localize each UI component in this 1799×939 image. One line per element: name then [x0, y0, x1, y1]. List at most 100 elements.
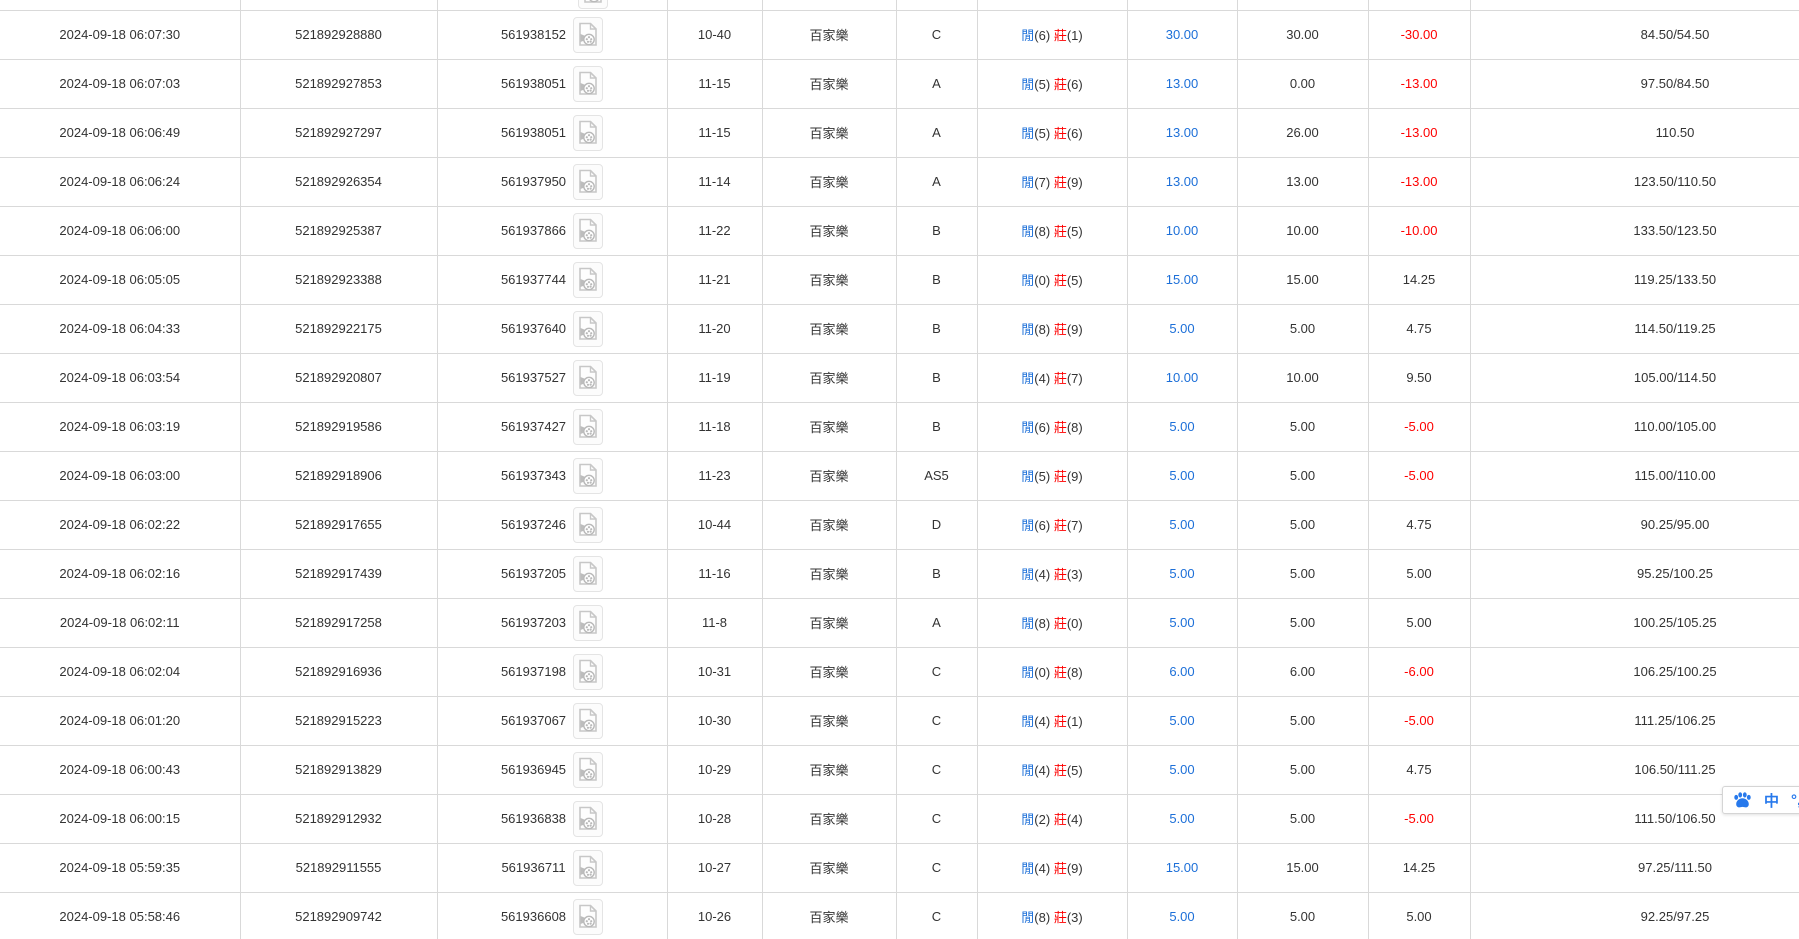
video-file-icon — [578, 512, 598, 537]
video-replay-button[interactable] — [573, 311, 603, 347]
banker-score: (1) — [1067, 714, 1083, 729]
win-loss-cell: 14.25 — [1368, 255, 1470, 304]
video-replay-button[interactable] — [573, 213, 603, 249]
round-id: 561936945 — [501, 762, 566, 777]
balance-cell: 110.00/105.00 — [1470, 402, 1799, 451]
banker-score: (5) — [1067, 224, 1083, 239]
table-number-cell: 10-44 — [667, 500, 762, 549]
bet-time-cell: 2024-09-18 06:05:05 — [0, 255, 240, 304]
win-loss-cell: -13.00 — [1368, 59, 1470, 108]
video-replay-button[interactable] — [573, 458, 603, 494]
room-grade-cell: C — [896, 647, 977, 696]
game-result-cell: 閒(6) 莊(1) — [977, 10, 1127, 59]
table-number-cell: 11-21 — [667, 255, 762, 304]
video-replay-button[interactable] — [573, 899, 603, 935]
round-cell: 561937343 — [437, 451, 667, 500]
bet-amount-cell: 5.00 — [1127, 696, 1237, 745]
banker-label: 莊 — [1054, 77, 1067, 92]
room-grade-cell: C — [896, 745, 977, 794]
video-replay-button[interactable] — [573, 507, 603, 543]
video-replay-button[interactable] — [573, 115, 603, 151]
banker-score: (9) — [1067, 322, 1083, 337]
banker-label: 莊 — [1054, 812, 1067, 827]
video-replay-button[interactable] — [573, 703, 603, 739]
banker-score: (5) — [1067, 273, 1083, 288]
room-grade-cell — [896, 0, 977, 10]
table-number-cell: 10-26 — [667, 892, 762, 939]
ime-punctuation-toggle[interactable]: °, — [1791, 792, 1799, 809]
bet-amount-cell: 6.00 — [1127, 647, 1237, 696]
bet-amount-cell: 15.00 — [1127, 255, 1237, 304]
table-row: 2024-09-18 06:02:11 521892917258 5619372… — [0, 598, 1799, 647]
game-result-cell: 閒(4) 莊(9) — [977, 843, 1127, 892]
valid-amount-cell: 5.00 — [1237, 794, 1368, 843]
bet-id-cell: 521892917655 — [240, 500, 437, 549]
video-replay-button[interactable] — [578, 0, 608, 9]
game-type-cell: 百家樂 — [762, 598, 896, 647]
game-result-cell: 閒(0) 莊(5) — [977, 255, 1127, 304]
game-result-cell: 閒(5) 莊(6) — [977, 108, 1127, 157]
round-id: 561937067 — [501, 713, 566, 728]
video-replay-button[interactable] — [573, 17, 603, 53]
video-replay-button[interactable] — [573, 66, 603, 102]
video-replay-button[interactable] — [573, 164, 603, 200]
round-cell: 561937203 — [437, 598, 667, 647]
round-cell: 561937205 — [437, 549, 667, 598]
video-replay-button[interactable] — [573, 556, 603, 592]
balance-cell: 84.50/54.50 — [1470, 10, 1799, 59]
player-label: 閒 — [1021, 77, 1034, 92]
win-loss-cell: 9.50 — [1368, 353, 1470, 402]
balance-cell: 106.25/100.25 — [1470, 647, 1799, 696]
video-file-icon — [578, 218, 598, 243]
game-type-cell: 百家樂 — [762, 353, 896, 402]
round-cell: 561936838 — [437, 794, 667, 843]
bet-amount-cell: 30.00 — [1127, 10, 1237, 59]
win-loss-cell: -5.00 — [1368, 451, 1470, 500]
table-number-cell: 11-8 — [667, 598, 762, 647]
video-replay-button[interactable] — [573, 752, 603, 788]
video-file-icon — [578, 169, 598, 194]
video-replay-button[interactable] — [573, 409, 603, 445]
table-number-cell: 10-30 — [667, 696, 762, 745]
bet-time-cell: 2024-09-18 06:00:43 — [0, 745, 240, 794]
valid-amount-cell: 5.00 — [1237, 696, 1368, 745]
table-number-cell: 11-15 — [667, 108, 762, 157]
table-number-cell: 11-14 — [667, 157, 762, 206]
banker-label: 莊 — [1054, 861, 1067, 876]
player-label: 閒 — [1021, 763, 1034, 778]
round-id: 561937198 — [501, 664, 566, 679]
player-score: (8) — [1034, 322, 1050, 337]
bet-id-cell: 521892909742 — [240, 892, 437, 939]
table-number-cell: 11-16 — [667, 549, 762, 598]
game-type-cell: 百家樂 — [762, 696, 896, 745]
game-type-cell: 百家樂 — [762, 500, 896, 549]
round-id: 561937866 — [501, 223, 566, 238]
ime-language-toggle[interactable]: 中 — [1764, 790, 1779, 811]
round-id: 561936608 — [501, 909, 566, 924]
player-score: (4) — [1034, 567, 1050, 582]
bet-amount-cell — [1127, 0, 1237, 10]
win-loss-cell: 4.75 — [1368, 745, 1470, 794]
bet-amount-cell: 13.00 — [1127, 108, 1237, 157]
video-replay-button[interactable] — [573, 605, 603, 641]
video-replay-button[interactable] — [573, 801, 603, 837]
game-type-cell: 百家樂 — [762, 745, 896, 794]
win-loss-cell: -5.00 — [1368, 794, 1470, 843]
bet-time-cell: 2024-09-18 06:06:24 — [0, 157, 240, 206]
balance-cell: 92.25/97.25 — [1470, 892, 1799, 939]
video-replay-button[interactable] — [573, 850, 603, 886]
player-score: (7) — [1034, 175, 1050, 190]
balance-cell: 110.50 — [1470, 108, 1799, 157]
room-grade-cell: A — [896, 59, 977, 108]
video-replay-button[interactable] — [573, 654, 603, 690]
baidu-ime-paw-icon[interactable] — [1733, 792, 1752, 809]
video-replay-button[interactable] — [573, 262, 603, 298]
player-label: 閒 — [1021, 616, 1034, 631]
video-file-icon — [578, 855, 598, 880]
balance-cell: 119.25/133.50 — [1470, 255, 1799, 304]
win-loss-cell: -13.00 — [1368, 108, 1470, 157]
room-grade-cell: B — [896, 206, 977, 255]
round-id: 561937203 — [501, 615, 566, 630]
video-replay-button[interactable] — [573, 360, 603, 396]
round-cell: 561937246 — [437, 500, 667, 549]
